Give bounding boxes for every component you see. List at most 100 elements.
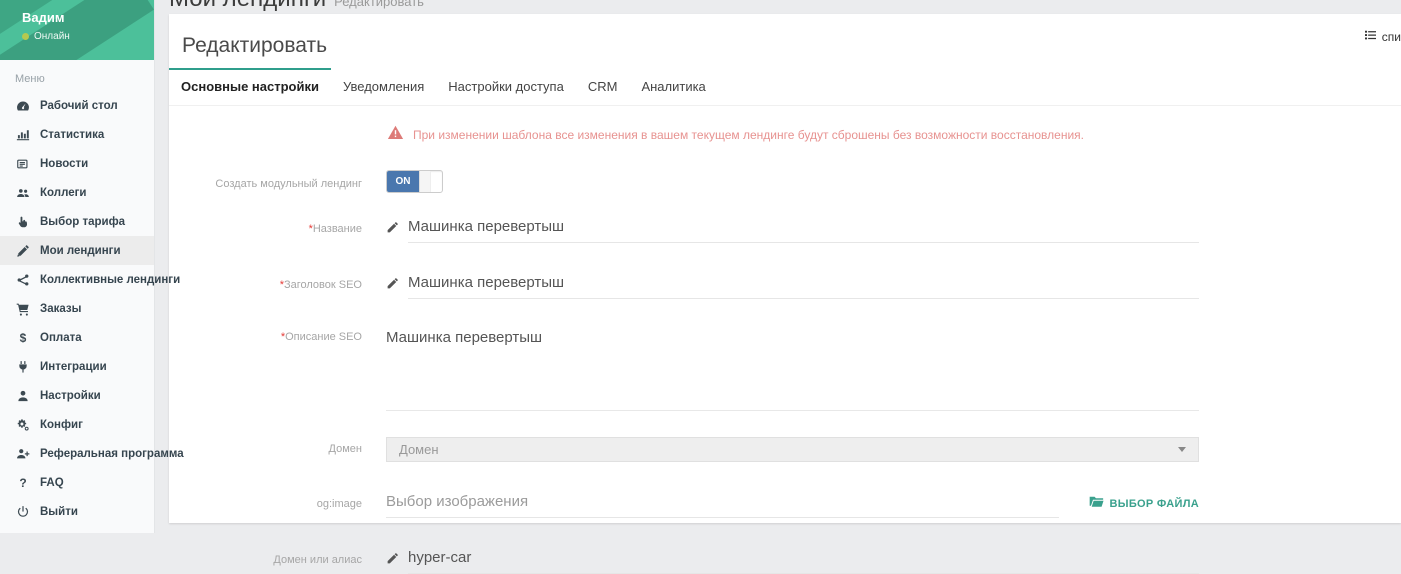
sidebar-item-label: Рабочий стол bbox=[40, 100, 118, 112]
seo-title-input[interactable] bbox=[408, 269, 1199, 299]
choose-file-button[interactable]: ВЫБОР ФАЙЛА bbox=[1089, 496, 1200, 511]
form-row-name: *Название bbox=[169, 213, 1199, 243]
share-icon bbox=[15, 273, 31, 287]
sidebar-item-statistics[interactable]: Статистика bbox=[0, 120, 154, 149]
hand-pointer-icon bbox=[15, 215, 31, 229]
edit-card: Редактировать список Основные настройки … bbox=[169, 14, 1401, 523]
sidebar-item-collective-landings[interactable]: Коллективные лендинги bbox=[0, 265, 154, 294]
form-row-alias: Домен или алиас bbox=[169, 544, 1199, 574]
form-row-og-image: og:image ВЫБОР ФАЙЛА bbox=[169, 488, 1199, 518]
folder-icon bbox=[1089, 496, 1104, 511]
sidebar-item-orders[interactable]: Заказы bbox=[0, 294, 154, 323]
sidebar-item-label: Реферальная программа bbox=[40, 448, 184, 460]
tab-bar: Основные настройки Уведомления Настройки… bbox=[169, 68, 1401, 106]
tab-crm[interactable]: CRM bbox=[576, 68, 630, 105]
form-row-seo-title: *Заголовок SEO bbox=[169, 269, 1199, 299]
user-icon bbox=[15, 389, 31, 403]
module-toggle-label: Создать модульный лендинг bbox=[169, 168, 378, 190]
sidebar-item-tariff[interactable]: Выбор тарифа bbox=[0, 207, 154, 236]
domain-select[interactable]: Домен bbox=[386, 437, 1199, 462]
sidebar-item-label: FAQ bbox=[40, 477, 64, 489]
toggle-handle bbox=[419, 171, 431, 192]
edit-form: Создать модульный лендинг ON *Название bbox=[169, 168, 1199, 574]
sidebar-item-integrations[interactable]: Интеграции bbox=[0, 352, 154, 381]
online-status-dot-icon bbox=[22, 33, 29, 40]
sidebar-item-label: Мои лендинги bbox=[40, 245, 121, 257]
form-row-module-toggle: Создать модульный лендинг ON bbox=[169, 168, 1199, 193]
sidebar: Вадим Онлайн Меню Рабочий стол Статистик… bbox=[0, 0, 155, 533]
sidebar-item-label: Новости bbox=[40, 158, 88, 170]
dashboard-icon bbox=[15, 99, 31, 113]
gears-icon bbox=[15, 418, 31, 432]
sidebar-item-logout[interactable]: Выйти bbox=[0, 497, 154, 526]
sidebar-item-colleagues[interactable]: Коллеги bbox=[0, 178, 154, 207]
form-row-seo-description: *Описание SEO Машинка перевертыш bbox=[169, 325, 1199, 411]
power-icon bbox=[15, 505, 31, 519]
sidebar-item-label: Выйти bbox=[40, 506, 78, 518]
sidebar-item-referral[interactable]: Реферальная программа bbox=[0, 439, 154, 468]
plug-icon bbox=[15, 360, 31, 374]
sidebar-item-label: Конфиг bbox=[40, 419, 83, 431]
sidebar-item-label: Интеграции bbox=[40, 361, 107, 373]
sidebar-item-dashboard[interactable]: Рабочий стол bbox=[0, 91, 154, 120]
card-heading: Редактировать bbox=[182, 34, 1401, 58]
toggle-on-label: ON bbox=[387, 171, 419, 192]
list-view-button[interactable]: список bbox=[1364, 30, 1401, 44]
tab-content: При изменении шаблона все изменения в ва… bbox=[169, 106, 1401, 574]
news-icon bbox=[15, 157, 31, 171]
choose-file-label: ВЫБОР ФАЙЛА bbox=[1110, 498, 1200, 510]
sidebar-item-label: Выбор тарифа bbox=[40, 216, 125, 228]
sidebar-item-label: Коллективные лендинги bbox=[40, 274, 180, 286]
domain-select-value: Домен bbox=[399, 442, 439, 457]
sidebar-item-label: Статистика bbox=[40, 129, 104, 141]
chevron-down-icon bbox=[1178, 447, 1186, 452]
seo-description-label: *Описание SEO bbox=[169, 325, 378, 343]
sidebar-item-config[interactable]: Конфиг bbox=[0, 410, 154, 439]
name-input[interactable] bbox=[408, 213, 1199, 243]
user-status-label: Онлайн bbox=[34, 31, 70, 42]
module-toggle-switch[interactable]: ON bbox=[386, 170, 443, 193]
sidebar-item-label: Заказы bbox=[40, 303, 81, 315]
page-header: Мои лендинги Редактировать bbox=[169, 0, 424, 13]
template-warning: При изменении шаблона все изменения в ва… bbox=[387, 124, 1401, 146]
sidebar-item-my-landings[interactable]: Мои лендинги bbox=[0, 236, 154, 265]
page-title: Мои лендинги bbox=[169, 0, 326, 13]
form-row-domain: Домен Домен bbox=[169, 437, 1199, 462]
sidebar-user-panel: Вадим Онлайн bbox=[0, 0, 154, 60]
user-plus-icon bbox=[15, 447, 31, 461]
list-icon bbox=[1364, 30, 1377, 44]
sidebar-item-label: Настройки bbox=[40, 390, 101, 402]
seo-description-textarea[interactable]: Машинка перевертыш bbox=[386, 325, 1199, 411]
domain-label: Домен bbox=[169, 437, 378, 455]
menu-section-label: Меню bbox=[0, 60, 154, 91]
sidebar-item-settings[interactable]: Настройки bbox=[0, 381, 154, 410]
seo-title-label: *Заголовок SEO bbox=[169, 269, 378, 291]
warning-triangle-icon bbox=[387, 125, 404, 145]
alias-input[interactable] bbox=[408, 544, 1199, 574]
dollar-icon: $ bbox=[15, 331, 31, 345]
tab-notifications[interactable]: Уведомления bbox=[331, 68, 436, 105]
sidebar-item-faq[interactable]: ? FAQ bbox=[0, 468, 154, 497]
main-content: Мои лендинги Редактировать Редактировать… bbox=[156, 0, 1401, 533]
sidebar-item-label: Коллеги bbox=[40, 187, 86, 199]
warning-text: При изменении шаблона все изменения в ва… bbox=[413, 128, 1084, 142]
list-view-label: список bbox=[1382, 30, 1401, 44]
card-header: Редактировать список bbox=[169, 14, 1401, 68]
question-icon: ? bbox=[15, 476, 31, 490]
og-image-input[interactable] bbox=[386, 488, 1059, 518]
landings-icon bbox=[15, 244, 31, 258]
sidebar-item-news[interactable]: Новости bbox=[0, 149, 154, 178]
tab-access-settings[interactable]: Настройки доступа bbox=[436, 68, 576, 105]
page-subtitle: Редактировать bbox=[334, 0, 424, 9]
tab-main-settings[interactable]: Основные настройки bbox=[169, 68, 331, 105]
sidebar-item-label: Оплата bbox=[40, 332, 82, 344]
pencil-icon bbox=[386, 221, 399, 239]
name-label: *Название bbox=[169, 213, 378, 235]
bar-chart-icon bbox=[15, 128, 31, 142]
user-name: Вадим bbox=[22, 10, 154, 25]
og-image-label: og:image bbox=[169, 488, 378, 510]
alias-label: Домен или алиас bbox=[169, 544, 378, 566]
sidebar-item-payment[interactable]: $ Оплата bbox=[0, 323, 154, 352]
tab-analytics[interactable]: Аналитика bbox=[629, 68, 717, 105]
pencil-icon bbox=[386, 552, 399, 570]
